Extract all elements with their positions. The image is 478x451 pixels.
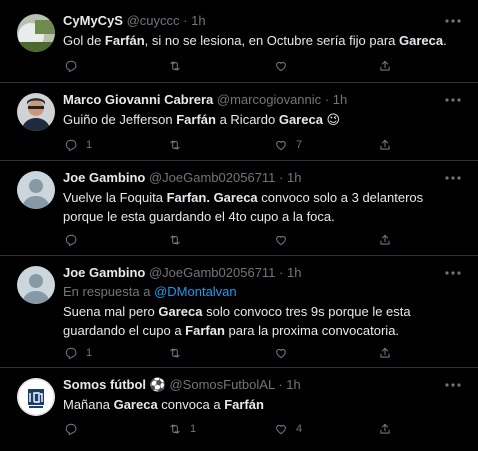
tweet-actions [56,58,416,74]
tweet[interactable]: Marco Giovanni Cabrera @marcogiovannic ·… [0,83,478,161]
like-count: 4 [296,423,303,435]
author-name[interactable]: Joe Gambino [63,170,145,185]
author-handle[interactable]: @SomosFutbolAL [169,377,274,392]
tweet-time[interactable]: 1h [333,92,347,107]
tweet-text: Gol de Farfán, si no se lesiona, en Octu… [63,33,447,48]
share-icon [380,60,390,71]
tweet-time[interactable]: 1h [287,170,301,185]
share-button[interactable] [378,421,392,437]
tweet-time[interactable]: 1h [287,265,301,280]
retweet-count: 1 [190,423,197,435]
retweet-icon [170,424,180,434]
avatar[interactable] [17,266,55,304]
reply-count: 1 [86,347,93,359]
share-button[interactable] [378,137,392,153]
author-handle[interactable]: @JoeGamb02056711 [149,265,275,280]
like-button[interactable]: 4 [274,421,302,437]
reply-button[interactable] [64,232,86,248]
retweet-icon [170,235,180,245]
reply-button[interactable] [64,421,86,437]
retweet-icon [170,140,180,150]
retweet-icon [170,61,180,71]
tweet-actions [56,232,416,248]
avatar[interactable] [17,171,55,209]
more-icon[interactable] [444,94,462,110]
reply-button[interactable]: 1 [64,345,92,361]
reply-icon [65,60,77,73]
author-handle[interactable]: @marcogiovannic [217,92,321,107]
retweet-icon [170,348,180,358]
heart-icon [276,61,286,72]
heart-icon [276,235,286,246]
share-icon [380,347,390,358]
tweet[interactable]: Joe Gambino @JoeGamb02056711 · 1h En res… [0,256,478,368]
reply-icon [65,423,77,436]
reply-count: 1 [86,139,93,151]
separator-dot: · [278,377,283,392]
heart-icon [276,140,286,151]
tweet[interactable]: Joe Gambino @JoeGamb02056711 · 1h Vuelve… [0,161,478,256]
tweet-time[interactable]: 1h [286,377,300,392]
tweet-text: Vuelve la Foquita Farfan. Gareca convoco… [63,190,424,224]
tweet[interactable]: Somos fútbol ⚽ @SomosFutbolAL · 1h Mañan… [0,368,478,451]
reply-button[interactable] [64,58,86,74]
avatar[interactable] [17,378,55,416]
like-button[interactable] [274,345,296,361]
separator-dot: · [279,170,284,185]
author-name[interactable]: Marco Giovanni Cabrera [63,92,213,107]
share-icon [380,423,390,434]
tweet-header: Joe Gambino @JoeGamb02056711 · 1h [63,265,438,281]
share-icon [380,234,390,245]
tweet-text: Suena mal pero Gareca solo convoco tres … [63,304,411,338]
tweet-text: Guiño de Jefferson Farfán a Ricardo Gare… [63,112,341,127]
retweet-button[interactable] [168,137,190,153]
reply-icon [65,347,77,360]
author-handle[interactable]: @JoeGamb02056711 [149,170,275,185]
author-handle[interactable]: @cuyccc [127,13,180,28]
tweet-feed: CyMyCyS @cuyccc · 1h Gol de Farfán, si n… [0,0,478,451]
retweet-button[interactable] [168,58,190,74]
reply-context: En respuesta a @DMontalvan [63,284,237,300]
tweet-actions: 1 [56,345,416,361]
share-button[interactable] [378,232,392,248]
heart-icon [276,348,286,359]
reply-button[interactable]: 1 [64,137,92,153]
like-count: 7 [296,139,303,151]
tweet-actions: 1 7 [56,137,416,153]
like-button[interactable] [274,232,296,248]
more-icon[interactable] [444,15,462,31]
mention-link[interactable]: @DMontalvan [154,284,237,299]
more-icon[interactable] [444,172,462,188]
more-icon[interactable] [444,379,462,395]
tweet-header: Marco Giovanni Cabrera @marcogiovannic ·… [63,92,438,108]
share-button[interactable] [378,58,392,74]
tweet-time[interactable]: 1h [191,13,205,28]
separator-dot: · [183,13,188,28]
separator-dot: · [279,265,284,280]
author-name[interactable]: Somos fútbol ⚽ [63,377,166,392]
avatar[interactable] [17,14,55,52]
tweet[interactable]: CyMyCyS @cuyccc · 1h Gol de Farfán, si n… [0,0,478,83]
retweet-button[interactable]: 1 [168,421,196,437]
like-button[interactable] [274,58,296,74]
tweet-header: CyMyCyS @cuyccc · 1h [63,13,438,29]
separator-dot: · [324,92,330,107]
tweet-header: Somos fútbol ⚽ @SomosFutbolAL · 1h [63,377,438,393]
reply-icon [65,234,77,247]
tweet-text: Mañana Gareca convoca a Farfán [63,397,264,412]
retweet-button[interactable] [168,232,190,248]
avatar[interactable] [17,93,55,131]
share-icon [380,139,390,150]
share-button[interactable] [378,345,392,361]
author-name[interactable]: Joe Gambino [63,265,145,280]
reply-icon [65,139,77,152]
retweet-button[interactable] [168,345,190,361]
like-button[interactable]: 7 [274,137,302,153]
tweet-actions: 1 4 [56,421,416,437]
tweet-header: Joe Gambino @JoeGamb02056711 · 1h [63,170,438,186]
author-name[interactable]: CyMyCyS [63,13,123,28]
more-icon[interactable] [444,267,462,283]
heart-icon [276,424,286,435]
reply-context-label: En respuesta a [63,284,151,299]
